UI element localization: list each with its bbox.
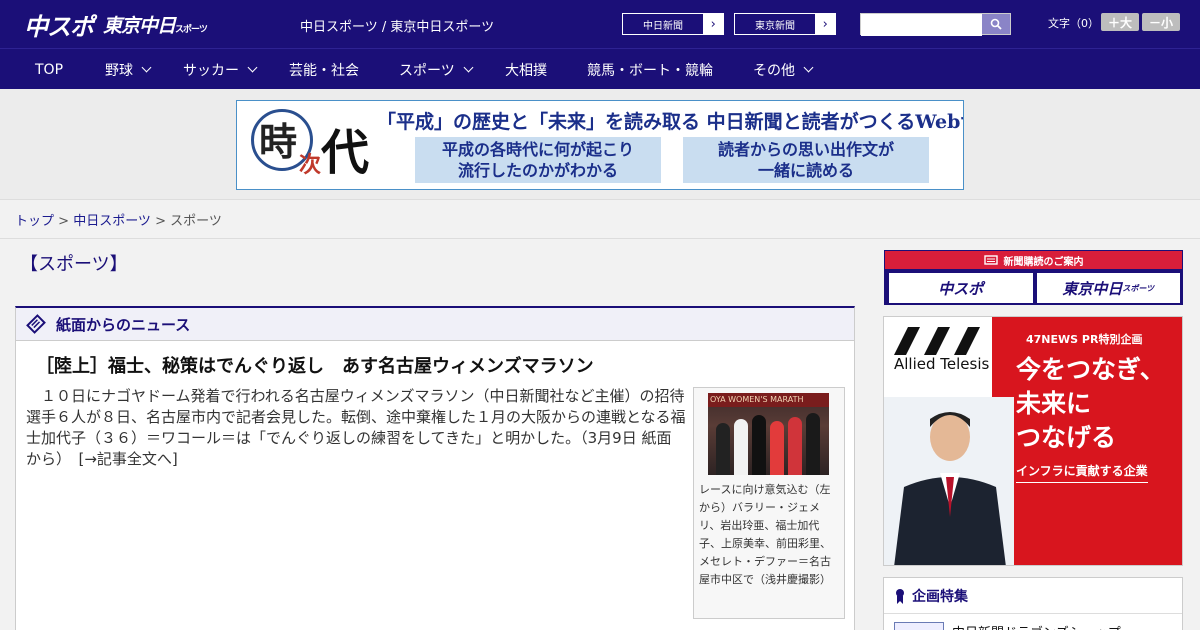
banner-logo: 時 次 代	[245, 107, 380, 185]
feature-title: 企画特集	[912, 588, 968, 605]
breadcrumb-top[interactable]: トップ	[15, 214, 54, 229]
nav-item-sumo[interactable]: 大相撲	[505, 49, 547, 90]
ad-pr-label: 47NEWS PR特別企画	[1026, 333, 1143, 346]
ad-tagline: インフラに貢献する企業	[1016, 462, 1148, 483]
link-tokyo-chunichi-sports[interactable]: 東京中日スポーツ	[390, 20, 494, 35]
feature-box: 企画特集 中日新聞ドラゴンズショップ	[883, 577, 1183, 630]
nav-item-top[interactable]: TOP	[35, 49, 63, 90]
chunichi-shimbun-button[interactable]: 中日新聞 ›	[622, 13, 724, 35]
banner-box-readers: 読者からの思い出作文が 一緒に読める	[683, 137, 929, 183]
photo-caption: レースに向け意気込む（左から）バラリー・ジェメリ、岩出玲亜、福士加代子、上原美幸…	[699, 483, 831, 586]
tokyo-shimbun-button[interactable]: 東京新聞 ›	[734, 13, 836, 35]
news-panel-title: 紙面からのニュース	[56, 315, 191, 334]
newspaper-icon	[983, 255, 998, 265]
ribbon-icon	[896, 588, 904, 604]
page-title: 【スポーツ】	[20, 254, 128, 275]
subscription-label: 新聞購読のご案内	[885, 251, 1182, 269]
breadcrumb: トップ > 中日スポーツ > スポーツ	[0, 200, 1200, 239]
nav-item-sports[interactable]: スポーツ	[399, 49, 474, 90]
nav-item-soccer[interactable]: サッカー	[183, 49, 258, 90]
search-input[interactable]	[861, 16, 982, 36]
article-title[interactable]: ［陸上］福士、秘策はでんぐり返し あす名古屋ウィメンズマラソン	[36, 352, 594, 378]
subscribe-tokyo-chunichi-logo[interactable]: 東京中日 スポーツ	[1036, 273, 1180, 303]
allied-telesis-ad[interactable]: Allied Telesis 47NEWS PR特別企画 今をつなぎ、 未来に …	[883, 316, 1183, 566]
site-logo[interactable]: 中スポ 東京中日スポーツ	[24, 8, 208, 41]
subscription-box[interactable]: 新聞購読のご案内 中スポ 東京中日 スポーツ	[884, 250, 1183, 305]
font-size-label: 文字（0）	[1048, 17, 1099, 30]
news-panel-header: 紙面からのニュース	[16, 308, 854, 341]
search-box	[860, 13, 1011, 36]
allied-telesis-logo-icon	[894, 327, 980, 355]
chevron-down-icon	[803, 62, 814, 73]
logo-chuspo: 中スポ	[24, 12, 94, 41]
feature-thumbnail	[894, 622, 944, 630]
chevron-down-icon	[247, 62, 258, 73]
news-panel: 紙面からのニュース ［陸上］福士、秘策はでんぐり返し あす名古屋ウィメンズマラソ…	[15, 306, 855, 630]
nav-item-baseball[interactable]: 野球	[105, 49, 152, 90]
font-smaller-button[interactable]: －小	[1142, 13, 1180, 31]
breadcrumb-current: スポーツ	[170, 214, 222, 229]
chevron-right-icon: ›	[815, 14, 835, 34]
nav-item-entertainment[interactable]: 芸能・社会	[289, 49, 359, 90]
banner-headline: 「平成」の歴史と「未来」を読み取る 中日新聞と読者がつくるWebサイト	[377, 111, 964, 133]
article-summary: １０日にナゴヤドーム発着で行われる名古屋ウィメンズマラソン（中日新聞社など主催）…	[26, 387, 686, 468]
read-more-link[interactable]: [→記事全文へ]	[79, 450, 178, 468]
jidai-banner-ad[interactable]: 時 次 代 「平成」の歴史と「未来」を読み取る 中日新聞と読者がつくるWebサイ…	[236, 100, 964, 190]
ad-portrait-image	[884, 397, 1014, 565]
banner-area: 時 次 代 「平成」の歴史と「未来」を読み取る 中日新聞と読者がつくるWebサイ…	[0, 89, 1200, 200]
chevron-right-icon: ›	[703, 14, 723, 34]
top-header: 中スポ 東京中日スポーツ 中日スポーツ / 東京中日スポーツ 中日新聞 › 東京…	[0, 0, 1200, 48]
banner-box-history: 平成の各時代に何が起こり 流行したのかがわかる	[415, 137, 661, 183]
logo-tokyo-chunichi: 東京中日スポーツ	[103, 14, 208, 37]
article-photo[interactable]: OYA WOMEN'S MARATH	[708, 393, 829, 475]
site-names: 中日スポーツ / 東京中日スポーツ	[300, 20, 495, 35]
ad-brand: Allied Telesis	[894, 355, 990, 373]
chevron-down-icon	[463, 62, 474, 73]
nav-item-racing[interactable]: 競馬・ボート・競輪	[587, 49, 713, 90]
nav-item-other[interactable]: その他	[753, 49, 814, 90]
feature-item[interactable]: 中日新聞ドラゴンズショップ	[894, 622, 1121, 630]
article-photo-box: OYA WOMEN'S MARATH レースに向け意気込む（左から）バラリー・ジ…	[693, 387, 845, 619]
search-icon	[990, 18, 1002, 30]
breadcrumb-chunichi-sports[interactable]: 中日スポーツ	[73, 214, 151, 229]
subscribe-chuspo-logo[interactable]: 中スポ	[889, 273, 1033, 303]
link-chunichi-sports[interactable]: 中日スポーツ	[300, 20, 378, 35]
main-nav: TOP 野球 サッカー 芸能・社会 スポーツ 大相撲 競馬・ボート・競輪 その他	[0, 48, 1200, 89]
ad-copy: 今をつなぎ、 未来に つなげる	[1016, 355, 1165, 452]
font-larger-button[interactable]: ＋大	[1101, 13, 1139, 31]
chevron-down-icon	[141, 62, 152, 73]
newspaper-icon	[26, 314, 46, 334]
search-button[interactable]	[982, 14, 1010, 34]
